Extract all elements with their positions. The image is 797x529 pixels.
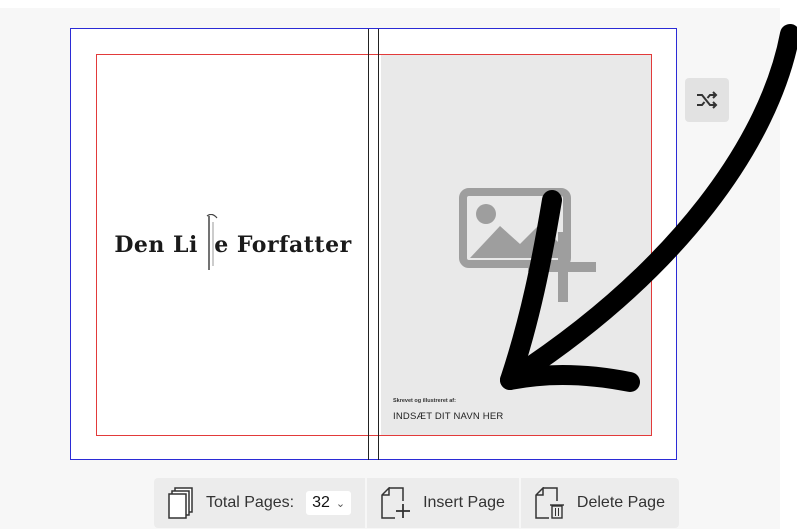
- total-pages-select[interactable]: 32 ⌄: [306, 491, 352, 515]
- shuffle-button[interactable]: [685, 78, 729, 122]
- credit-caption: Skrevet og illustreret af:: [393, 398, 456, 404]
- insert-page-icon: [381, 487, 411, 519]
- logo-pencil-icon: [206, 214, 218, 270]
- delete-page-button[interactable]: Delete Page: [520, 478, 679, 528]
- logo-text: Den Li e Forfatter: [114, 232, 352, 258]
- insert-page-button[interactable]: Insert Page: [367, 478, 519, 528]
- delete-page-icon: [535, 487, 564, 519]
- pages-stack-icon: [168, 487, 193, 519]
- insert-page-label: Insert Page: [423, 494, 505, 511]
- page-toolbar: Total Pages: 32 ⌄ Insert Page Delete Pag…: [154, 478, 679, 528]
- total-pages-value: 32: [312, 494, 330, 511]
- author-name-field[interactable]: INDSÆT DIT NAVN HER: [393, 411, 503, 422]
- total-pages-label: Total Pages:: [206, 494, 295, 511]
- add-image-icon[interactable]: [458, 186, 596, 302]
- delete-page-label: Delete Page: [576, 494, 665, 511]
- chevron-down-icon: ⌄: [335, 497, 346, 510]
- shuffle-icon: [697, 91, 718, 109]
- total-pages-control: Total Pages: 32 ⌄: [154, 478, 366, 528]
- gutter-line-right: [378, 29, 379, 460]
